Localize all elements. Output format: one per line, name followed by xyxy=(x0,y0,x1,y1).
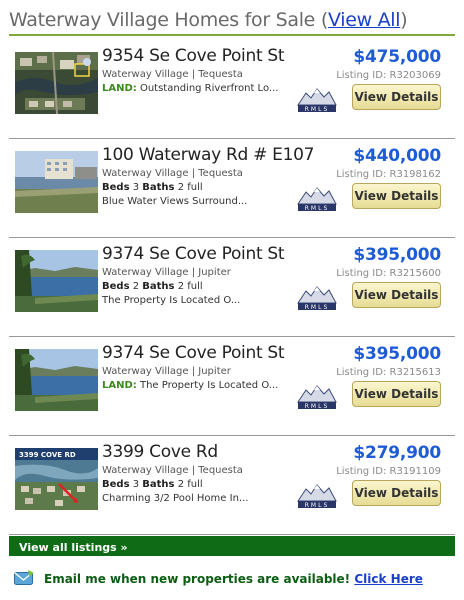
rmls-logo-icon: RMLS xyxy=(296,283,338,311)
rmls-logo-text: RMLS xyxy=(305,403,330,410)
listing-id: Listing ID: R3215600 xyxy=(336,268,441,279)
title-text: Waterway Village Homes for Sale xyxy=(9,9,316,31)
listing-price: $279,900 xyxy=(353,443,441,463)
lake-view-photo[interactable] xyxy=(15,349,98,411)
view-details-button[interactable]: View Details xyxy=(352,480,441,506)
aerial-map-photo[interactable]: 3399 COVE RD xyxy=(15,448,98,510)
rmls-logo-text: RMLS xyxy=(305,304,330,311)
listing-address[interactable]: 9374 Se Cove Point St xyxy=(102,341,342,365)
rmls-logo-icon: RMLS xyxy=(296,85,338,113)
email-alert-row: Email me when new properties are availab… xyxy=(14,568,454,588)
listing-item: 9354 Se Cove Point St Waterway Village |… xyxy=(9,40,455,139)
listing-item: 9374 Se Cove Point St Waterway Village |… xyxy=(9,337,455,436)
page-title: Waterway Village Homes for Sale (View Al… xyxy=(9,6,455,34)
rmls-logo-icon: RMLS xyxy=(296,184,338,212)
listing-address[interactable]: 9374 Se Cove Point St xyxy=(102,242,342,266)
paren-close: ) xyxy=(400,9,408,31)
rmls-logo-icon: RMLS xyxy=(296,382,338,410)
listing-location: Waterway Village | Jupiter xyxy=(102,267,231,278)
baths-value: 2 full xyxy=(177,479,203,490)
view-all-link[interactable]: View All xyxy=(328,9,401,31)
baths-label: Baths xyxy=(142,182,175,193)
listing-location: Waterway Village | Tequesta xyxy=(102,465,243,476)
aerial-lot-photo[interactable] xyxy=(15,52,98,114)
section-header: Waterway Village Homes for Sale (View Al… xyxy=(9,6,455,36)
listing-id: Listing ID: R3203069 xyxy=(336,70,441,81)
beds-value: 3 xyxy=(132,182,140,193)
listing-price: $440,000 xyxy=(353,146,441,166)
land-label: LAND: xyxy=(102,380,137,391)
rmls-logo-text: RMLS xyxy=(305,106,330,113)
listing-item: 3399 COVE RD 3399 Cove Rd Waterway Villa… xyxy=(9,436,455,535)
listing-price: $475,000 xyxy=(353,47,441,67)
rmls-logo-icon: RMLS xyxy=(296,481,338,509)
envelope-icon[interactable] xyxy=(14,570,35,586)
email-alert-label: Email me when new properties are availab… xyxy=(44,572,351,586)
baths-label: Baths xyxy=(142,281,175,292)
view-details-button[interactable]: View Details xyxy=(352,183,441,209)
listing-address[interactable]: 3399 Cove Rd xyxy=(102,440,342,464)
email-alert-text: Email me when new properties are availab… xyxy=(44,571,423,587)
listing-address[interactable]: 100 Waterway Rd # E107 xyxy=(102,143,342,167)
beds-label: Beds xyxy=(102,182,130,193)
beds-value: 3 xyxy=(132,479,140,490)
beds-label: Beds xyxy=(102,479,130,490)
listing-item: 100 Waterway Rd # E107 Waterway Village … xyxy=(9,139,455,238)
baths-label: Baths xyxy=(142,479,175,490)
listing-description: The Property Is Located O... xyxy=(139,380,279,391)
listing-price: $395,000 xyxy=(353,344,441,364)
listing-id: Listing ID: R3198162 xyxy=(336,169,441,180)
baths-value: 2 full xyxy=(177,281,203,292)
paren-open: ( xyxy=(315,9,328,31)
listing-location: Waterway Village | Tequesta xyxy=(102,69,243,80)
listing-location: Waterway Village | Tequesta xyxy=(102,168,243,179)
listing-description: Outstanding Riverfront Lo... xyxy=(139,83,279,94)
waterfront-condo-photo[interactable] xyxy=(15,151,98,213)
listing-location: Waterway Village | Jupiter xyxy=(102,366,231,377)
rmls-logo-text: RMLS xyxy=(305,205,330,212)
listing-id: Listing ID: R3215613 xyxy=(336,367,441,378)
land-label: LAND: xyxy=(102,83,137,94)
listing-address[interactable]: 9354 Se Cove Point St xyxy=(102,44,342,68)
view-all-listings-link[interactable]: View all listings » xyxy=(19,541,128,554)
view-details-button[interactable]: View Details xyxy=(352,282,441,308)
view-all-listings-bar: View all listings » xyxy=(9,536,455,556)
photo-caption: 3399 COVE RD xyxy=(19,451,76,459)
baths-value: 2 full xyxy=(177,182,203,193)
beds-label: Beds xyxy=(102,281,130,292)
listing-id: Listing ID: R3191109 xyxy=(336,466,441,477)
rmls-logo-text: RMLS xyxy=(305,502,330,509)
click-here-link[interactable]: Click Here xyxy=(354,572,423,586)
listing-item: 9374 Se Cove Point St Waterway Village |… xyxy=(9,238,455,337)
lake-view-photo[interactable] xyxy=(15,250,98,312)
beds-value: 2 xyxy=(132,281,140,292)
view-details-button[interactable]: View Details xyxy=(352,84,441,110)
view-details-button[interactable]: View Details xyxy=(352,381,441,407)
listing-price: $395,000 xyxy=(353,245,441,265)
